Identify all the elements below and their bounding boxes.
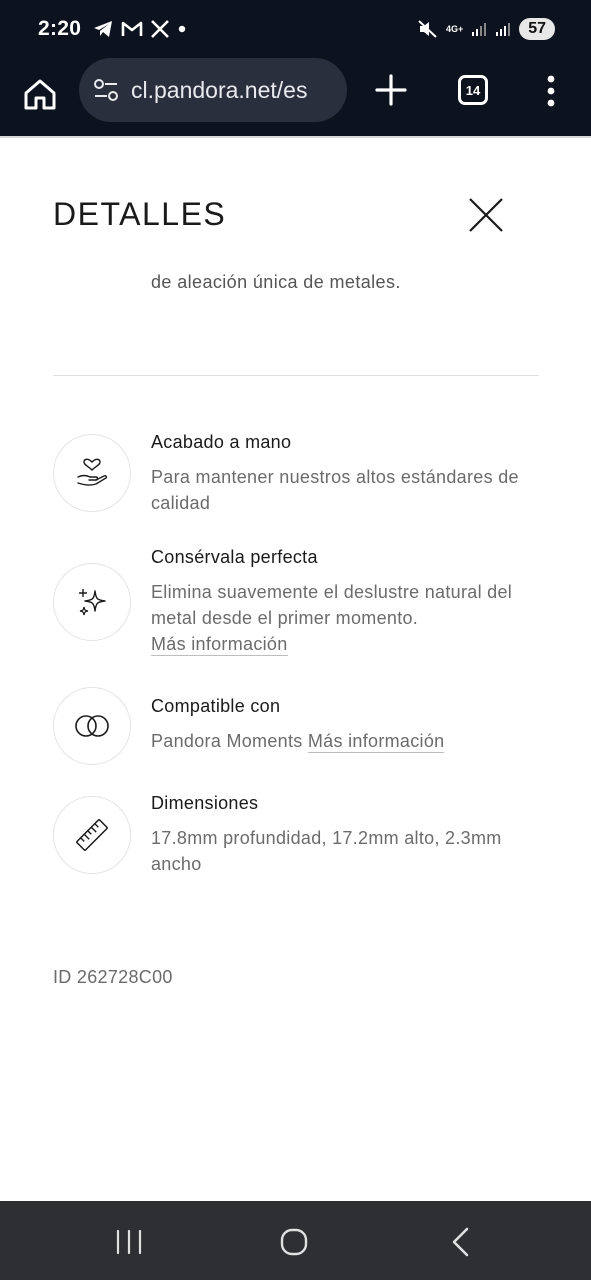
feature-body: Compatible con Pandora Moments Más infor… xyxy=(151,696,539,754)
overflow-menu-button[interactable] xyxy=(543,73,559,109)
toolbar-divider xyxy=(0,136,591,138)
page-title: DETALLES xyxy=(53,196,227,232)
home-nav-button[interactable] xyxy=(280,1228,308,1256)
feature-body: Consérvala perfecta Elimina suavemente e… xyxy=(151,547,539,657)
feature-description: 17.8mm profundidad, 17.2mm alto, 2.3mm a… xyxy=(151,828,502,874)
new-tab-button[interactable] xyxy=(374,73,408,107)
hand-heart-icon xyxy=(53,434,131,512)
feature-title: Acabado a mano xyxy=(151,432,292,452)
section-divider xyxy=(53,375,539,376)
x-logo-icon xyxy=(151,20,170,38)
tab-switcher-button[interactable]: 14 xyxy=(458,75,488,105)
browser-toolbar: cl.pandora.net/es 14 xyxy=(0,58,591,136)
notification-icons xyxy=(93,20,186,38)
gmail-icon xyxy=(121,21,143,36)
mute-icon xyxy=(418,20,437,38)
feature-description: Para mantener nuestros altos estándares … xyxy=(151,467,519,513)
network-type-label: 4G+ xyxy=(445,23,464,34)
url-text[interactable]: cl.pandora.net/es xyxy=(131,77,307,104)
feature-title: Dimensiones xyxy=(151,793,259,813)
feature-body: Acabado a mano Para mantener nuestros al… xyxy=(151,432,539,516)
signal-strength-2-icon xyxy=(496,23,511,36)
system-icons: 4G+ 57 xyxy=(418,18,555,40)
site-settings-icon[interactable] xyxy=(93,78,119,102)
feature-description: Elimina suavemente el deslustre natural … xyxy=(151,579,539,657)
more-info-link[interactable]: Más información xyxy=(307,731,445,753)
interlocked-rings-icon xyxy=(53,687,131,765)
status-time: 2:20 xyxy=(38,17,82,40)
battery-level: 57 xyxy=(519,18,555,40)
address-bar[interactable]: cl.pandora.net/es xyxy=(79,58,347,122)
signal-strength-icon xyxy=(472,23,487,36)
back-button[interactable] xyxy=(449,1227,471,1257)
ruler-icon xyxy=(53,796,131,874)
feature-description-text: Pandora Moments xyxy=(151,731,303,751)
feature-body: Dimensiones 17.8mm profundidad, 17.2mm a… xyxy=(151,793,539,877)
more-info-link[interactable]: Más información xyxy=(151,634,288,656)
description-tail: de aleación única de metales. xyxy=(151,272,401,292)
more-notifications-dot-icon xyxy=(179,25,186,33)
feature-title: Compatible con xyxy=(151,696,281,716)
home-button[interactable] xyxy=(22,76,58,112)
system-navigation-bar xyxy=(0,1201,591,1280)
product-id: ID 262728C00 xyxy=(53,967,173,987)
feature-description-text: Elimina suavemente el deslustre natural … xyxy=(151,582,513,628)
telegram-icon xyxy=(94,21,113,37)
tab-count: 14 xyxy=(465,82,481,98)
sparkles-icon xyxy=(53,563,131,641)
close-button[interactable] xyxy=(466,195,506,235)
recent-apps-button[interactable] xyxy=(115,1229,143,1255)
feature-description: Pandora Moments Más información xyxy=(151,728,539,754)
feature-title: Consérvala perfecta xyxy=(151,547,318,567)
status-bar: 2:20 4G+ 57 xyxy=(0,0,591,58)
